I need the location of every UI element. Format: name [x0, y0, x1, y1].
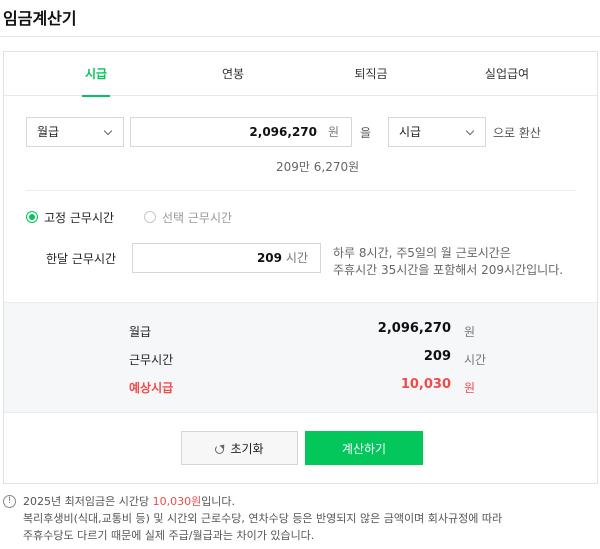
monthly-hours-value: 209: [256, 251, 282, 265]
section-divider: [26, 190, 576, 191]
tab-hourly[interactable]: 시급: [82, 52, 110, 97]
tab-annual[interactable]: 연봉: [220, 52, 246, 96]
to-type-value: 시급: [399, 125, 422, 139]
notice-line1-suffix: 입니다.: [201, 495, 236, 508]
notice-line3: 주휴수당도 다르기 때문에 실제 주급/월급과는 차이가 있습니다.: [23, 529, 315, 542]
monthly-hours-input[interactable]: 209 시간: [132, 243, 321, 273]
summary-hourly-unit: 원: [464, 381, 476, 395]
summary-salary-label: 월급: [129, 325, 152, 339]
fixed-hours-label[interactable]: 고정 근무시간: [44, 209, 114, 226]
summary-hours-label: 근무시간: [129, 353, 174, 367]
monthly-hours-unit: 시간: [285, 251, 308, 265]
reset-button[interactable]: 초기화: [181, 431, 298, 465]
monthly-hours-label: 한달 근무시간: [46, 252, 117, 266]
amount-value: 2,096,270: [249, 125, 317, 139]
from-type-select[interactable]: 월급: [26, 117, 124, 147]
notice-line1-prefix: 2025년 최저임금은 시간당: [23, 495, 153, 508]
calculate-button[interactable]: 계산하기: [305, 431, 423, 465]
amount-readable: 209만 6,270원: [276, 160, 360, 174]
summary-salary-value: 2,096,270: [377, 321, 451, 336]
amount-input[interactable]: 2,096,270 원: [130, 117, 352, 147]
summary-hourly-value: 10,030: [400, 377, 451, 392]
result-summary: 월급 2,096,270 원 근무시간 209 시간 예상시급 10,030 원: [4, 302, 597, 413]
hours-help-line1: 하루 8시간, 주5일의 월 근로시간은: [333, 246, 511, 260]
tab-severance[interactable]: 퇴직금: [351, 52, 391, 96]
summary-hours-value: 209: [423, 349, 451, 364]
hours-help-line2: 주휴시간 35시간을 포함해서 209시간입니다.: [333, 263, 564, 277]
calculator-card: 시급 연봉 퇴직금 실업급여 월급 2,096,270 원 을 시급 으로 환산…: [3, 51, 598, 484]
reset-label: 초기화: [230, 442, 264, 456]
summary-hourly-label: 예상시급: [129, 381, 174, 395]
title-divider: [0, 36, 600, 37]
tab-bar: 시급 연봉 퇴직금 실업급여: [4, 52, 597, 97]
summary-hours-unit: 시간: [464, 353, 487, 367]
notice-line2: 복리후생비(식대,교통비 등) 및 시간외 근로수당, 연차수당 등은 반영되지…: [23, 512, 503, 525]
convert-suffix: 으로 환산: [493, 126, 541, 140]
chevron-down-icon: [465, 126, 475, 136]
tab-unemployment[interactable]: 실업급여: [481, 52, 533, 96]
notice-line1: 2025년 최저임금은 시간당 10,030원입니다.: [23, 493, 235, 510]
amount-unit: 원: [327, 125, 339, 139]
info-icon: !: [3, 495, 16, 508]
min-wage-highlight: 10,030원: [152, 495, 202, 508]
from-type-value: 월급: [37, 125, 60, 139]
chevron-down-icon: [103, 126, 113, 136]
select-hours-radio[interactable]: [144, 211, 156, 223]
particle-text: 을: [360, 126, 372, 140]
to-type-select[interactable]: 시급: [388, 117, 486, 147]
summary-salary-unit: 원: [464, 325, 476, 339]
refresh-icon: [215, 445, 225, 454]
page-title: 임금계산기: [3, 9, 77, 28]
fixed-hours-radio[interactable]: [26, 211, 38, 223]
select-hours-label[interactable]: 선택 근무시간: [162, 209, 232, 226]
